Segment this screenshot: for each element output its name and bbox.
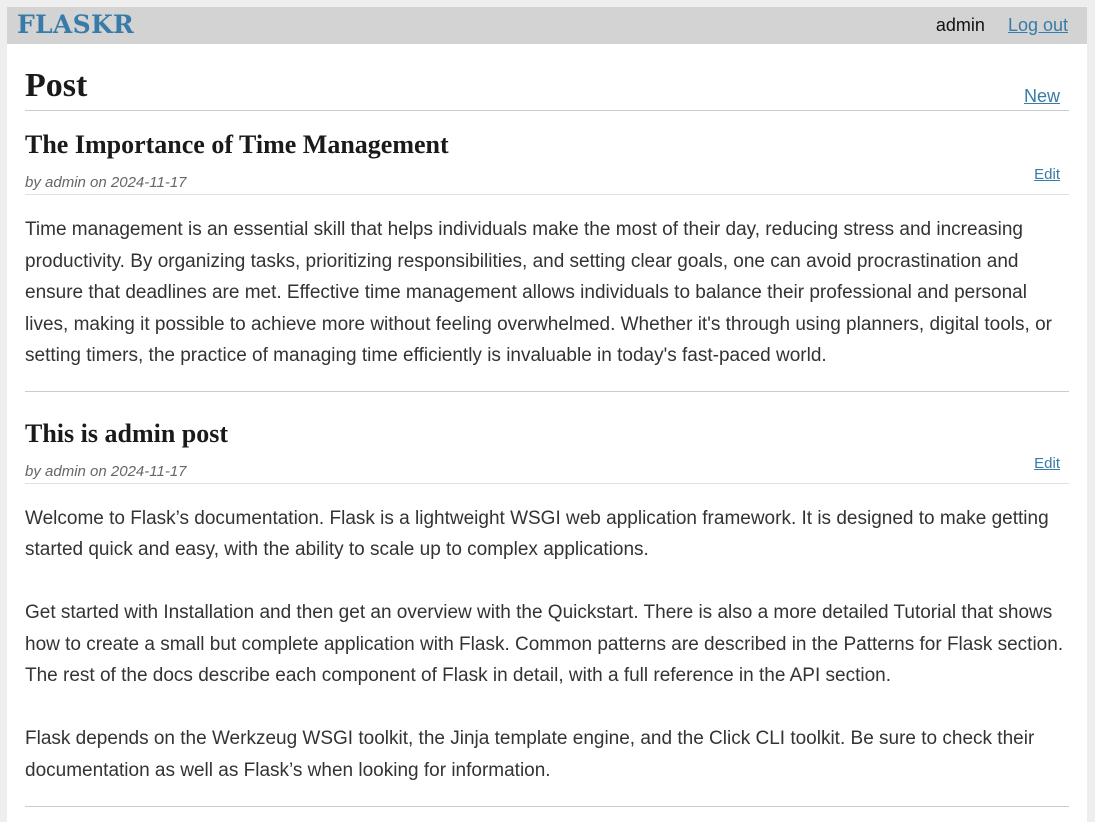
post-header: The Importance of Time Management by adm… bbox=[25, 111, 1069, 195]
post: This is admin post by admin on 2024-11-1… bbox=[25, 392, 1069, 807]
new-post-link[interactable]: New bbox=[1024, 86, 1060, 107]
post-meta: by admin on 2024-11-17 bbox=[25, 462, 187, 480]
page-title: Post bbox=[25, 67, 88, 104]
post-title: The Importance of Time Management bbox=[25, 130, 449, 159]
page: FLASKR admin Log out Post New The Import… bbox=[7, 7, 1087, 822]
edit-post-link[interactable]: Edit bbox=[1034, 455, 1060, 472]
page-header: Post New bbox=[25, 44, 1069, 111]
post-body: Time management is an essential skill th… bbox=[25, 219, 1052, 366]
post-title: This is admin post bbox=[25, 418, 229, 448]
edit-post-link[interactable]: Edit bbox=[1034, 166, 1060, 183]
app-title: FLASKR bbox=[17, 10, 135, 39]
current-user: admin bbox=[935, 15, 985, 35]
logout-link[interactable]: Log out bbox=[1008, 15, 1068, 35]
top-nav: FLASKR admin Log out bbox=[7, 7, 1087, 44]
post-meta: by admin on 2024-11-17 bbox=[25, 174, 187, 191]
nav-links: admin Log out bbox=[936, 15, 1068, 35]
post: The Importance of Time Management by adm… bbox=[25, 111, 1069, 392]
post-body: Welcome to Flask’s documentation. Flask … bbox=[25, 507, 1064, 781]
content: Post New The Importance of Time Manageme… bbox=[25, 44, 1069, 807]
post-header: This is admin post by admin on 2024-11-1… bbox=[25, 392, 1069, 484]
